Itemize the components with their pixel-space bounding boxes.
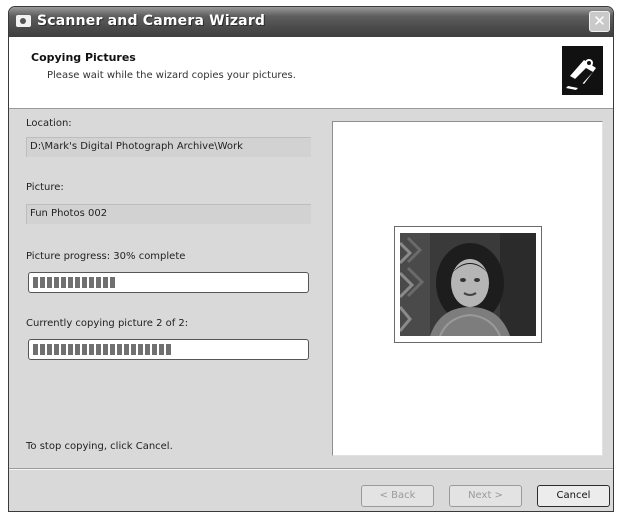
- copying-progress-label: Currently copying picture 2 of 2:: [26, 318, 189, 329]
- picture-field: Fun Photos 002: [26, 204, 311, 224]
- picture-label: Picture:: [26, 182, 64, 193]
- photo-thumbnail-image: [400, 233, 536, 336]
- location-label: Location:: [26, 118, 72, 129]
- title-bar: Scanner and Camera Wizard ✕: [9, 7, 613, 37]
- cancel-button[interactable]: Cancel: [537, 485, 610, 507]
- footer-divider: [9, 468, 613, 470]
- page-title: Copying Pictures: [31, 51, 136, 64]
- window-title: Scanner and Camera Wizard: [37, 13, 266, 29]
- stop-instructions: To stop copying, click Cancel.: [26, 441, 173, 452]
- close-button[interactable]: ✕: [589, 11, 610, 32]
- picture-progress-fill: [33, 277, 115, 288]
- page-subtitle: Please wait while the wizard copies your…: [47, 70, 296, 81]
- picture-progress-label: Picture progress: 30% complete: [26, 251, 186, 262]
- wizard-header: Copying Pictures Please wait while the w…: [9, 37, 613, 109]
- scanner-app-icon: [16, 15, 31, 27]
- copying-progress-fill: [33, 344, 171, 355]
- location-field: D:\Mark's Digital Photograph Archive\Wor…: [26, 137, 311, 157]
- back-button[interactable]: < Back: [361, 485, 434, 507]
- photo-thumbnail: [400, 233, 536, 336]
- copying-progress-bar: [28, 339, 309, 360]
- wizard-window: Scanner and Camera Wizard ✕ Copying Pict…: [8, 6, 614, 512]
- picture-progress-bar: [28, 272, 309, 293]
- preview-pane: [332, 121, 603, 456]
- photo-thumbnail-frame: [394, 226, 542, 343]
- camera-scanner-icon: [562, 46, 603, 95]
- next-button[interactable]: Next >: [449, 485, 522, 507]
